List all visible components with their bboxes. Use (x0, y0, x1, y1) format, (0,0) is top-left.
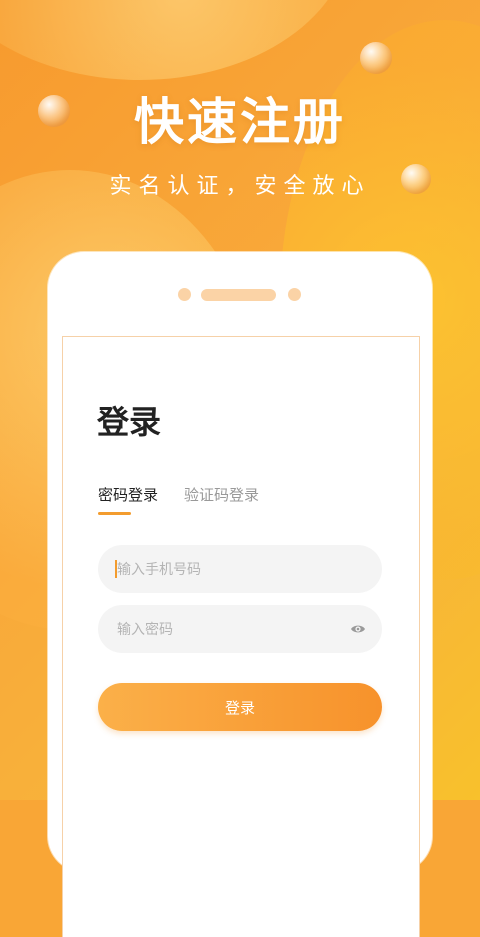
password-input[interactable]: 输入密码 (98, 605, 382, 653)
eye-icon[interactable] (350, 622, 366, 636)
login-screen: 登录 密码登录 验证码登录 输入手机号码 输入密码 登录 (62, 336, 420, 937)
text-caret (115, 560, 117, 578)
password-input-placeholder: 输入密码 (117, 622, 173, 638)
login-button[interactable]: 登录 (98, 683, 382, 731)
speaker-bar (201, 289, 276, 301)
tab-password-login[interactable]: 密码登录 (98, 484, 158, 505)
sensor-dot (288, 288, 301, 301)
decorative-blob (0, 0, 350, 80)
page-title: 登录 (97, 403, 162, 441)
decorative-bubble (360, 42, 392, 74)
phone-frame: 登录 密码登录 验证码登录 输入手机号码 输入密码 登录 (48, 252, 432, 937)
camera-dot (178, 288, 191, 301)
hero-title: 快速注册 (134, 93, 346, 151)
phone-input[interactable]: 输入手机号码 (98, 545, 382, 593)
hero-subtitle: 实名认证，安全放心 (109, 174, 371, 199)
tab-sms-code-login[interactable]: 验证码登录 (184, 484, 259, 505)
active-tab-indicator (98, 512, 131, 515)
phone-input-placeholder: 输入手机号码 (117, 562, 201, 578)
